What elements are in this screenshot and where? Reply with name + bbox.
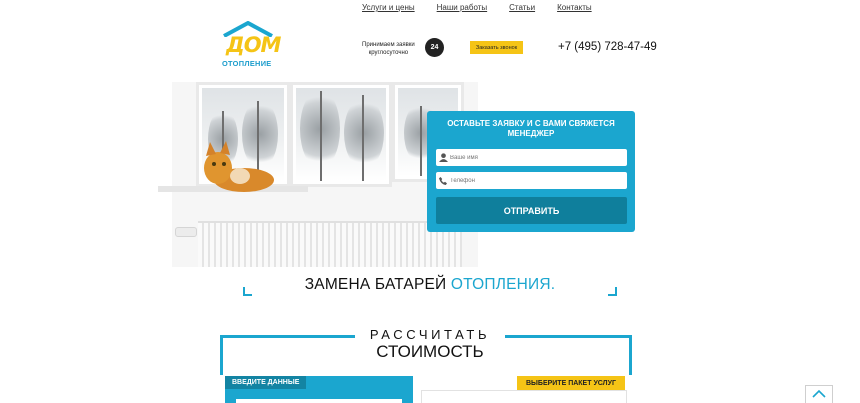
callback-button[interactable]: Заказать звонок — [470, 41, 523, 54]
request-form: ОСТАВЬТЕ ЗАЯВКУ И С ВАМИ СВЯЖЕТСЯ МЕНЕДЖ… — [427, 111, 635, 232]
phone-field[interactable] — [436, 172, 627, 189]
nav-link-works[interactable]: Наши работы — [437, 3, 488, 12]
package-tab: ВЫБЕРИТЕ ПАКЕТ УСЛУГ — [517, 376, 625, 390]
name-field[interactable] — [436, 149, 627, 166]
chevron-up-icon — [812, 389, 826, 398]
user-icon — [436, 149, 450, 166]
calculator-heading: РАССЧИТАТЬ СТОИМОСТЬ — [355, 328, 505, 362]
enter-data-tab: ВВЕДИТЕ ДАННЫЕ — [225, 376, 307, 389]
top-nav: Услуги и цены Наши работы Статьи Контакт… — [362, 3, 614, 12]
header-phone[interactable]: +7 (495) 728-47-49 — [558, 41, 657, 53]
name-input[interactable] — [450, 154, 620, 161]
hero-slogan: ЗАМЕНА БАТАРЕЙ ОТОПЛЕНИЯ. — [304, 276, 556, 293]
clock-24-icon: 24 — [425, 38, 444, 57]
form-title: ОСТАВЬТЕ ЗАЯВКУ И С ВАМИ СВЯЖЕТСЯ МЕНЕДЖ… — [447, 119, 615, 138]
nav-link-articles[interactable]: Статьи — [509, 3, 535, 12]
phone-icon — [436, 172, 450, 189]
cat-image — [204, 141, 274, 192]
nav-link-services[interactable]: Услуги и цены — [362, 3, 415, 12]
logo-word-heating: ОТОПЛЕНИЕ — [222, 59, 272, 68]
corner-right-decoration — [608, 287, 617, 296]
phone-input[interactable] — [450, 177, 620, 184]
corner-left-decoration — [243, 287, 252, 296]
nav-link-contacts[interactable]: Контакты — [557, 3, 592, 12]
logo-word-dom: ДОМ — [226, 33, 281, 57]
radiator-image — [198, 221, 462, 267]
calc-input[interactable] — [236, 399, 402, 403]
enter-data-panel: ВВЕДИТЕ ДАННЫЕ — [225, 376, 413, 403]
scroll-top-button[interactable] — [805, 385, 833, 403]
site-logo[interactable]: ДОМ ОТОПЛЕНИЕ — [222, 21, 281, 71]
accept-requests-text: Принимаем заявки круглосуточно — [362, 42, 415, 56]
submit-button[interactable]: ОТПРАВИТЬ — [436, 197, 627, 224]
package-panel — [421, 390, 627, 403]
window-center — [290, 82, 392, 187]
